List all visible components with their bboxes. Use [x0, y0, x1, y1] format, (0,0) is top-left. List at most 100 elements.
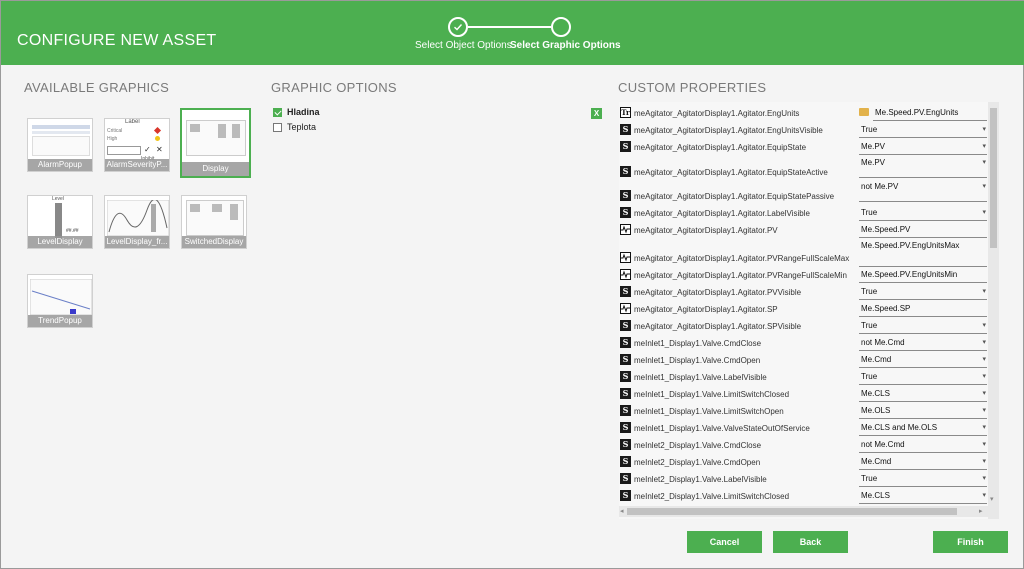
page-title: CONFIGURE NEW ASSET [17, 32, 217, 49]
property-row: meAgitator_AgitatorDisplay1.Agitator.PVR… [619, 267, 989, 284]
property-name: meAgitator_AgitatorDisplay1.Agitator.PVR… [634, 254, 850, 263]
thumb-preview-block [232, 124, 240, 138]
script-type-icon: S [620, 388, 631, 399]
scroll-right-icon[interactable]: ▸ [979, 507, 983, 515]
step-2-label: Select Graphic Options [510, 40, 621, 51]
option-label: Hladina [287, 107, 320, 117]
scrollbar-thumb[interactable] [627, 508, 957, 515]
thumb-preview-block [218, 124, 226, 138]
high-severity-icon [155, 136, 160, 141]
close-icon: ✕ [156, 145, 163, 154]
graphic-thumb-leveldisplay-fr[interactable]: LevelDisplay_fr... [104, 195, 170, 249]
thumb-preview-area [32, 136, 90, 156]
script-type-icon: S [620, 337, 631, 348]
property-value-dropdown[interactable]: Me.Cmd [859, 354, 987, 368]
script-type-icon: S [620, 166, 631, 177]
script-type-icon: S [620, 456, 631, 467]
property-row: S meInlet1_Display1.Valve.LimitSwitchOpe… [619, 403, 989, 420]
property-row: S meAgitator_AgitatorDisplay1.Agitator.E… [619, 180, 989, 204]
graphic-thumb-label: LevelDisplay_fr... [105, 236, 169, 248]
property-value-field[interactable]: Me.Speed.PV.EngUnitsMax [859, 241, 987, 267]
step-1-label[interactable]: Select Object Options [415, 40, 512, 51]
property-name: meInlet2_Display1.Valve.LabelVisible [634, 475, 767, 484]
graphic-thumb-label: Display [182, 162, 249, 176]
property-value-field[interactable]: Me.Speed.PV.EngUnits [873, 107, 987, 121]
property-value-dropdown[interactable]: not Me.Cmd [859, 337, 987, 351]
property-row: S meInlet1_Display1.Valve.ValveStateOutO… [619, 420, 989, 437]
graphic-thumb-display[interactable]: Display [180, 108, 251, 178]
finish-button[interactable]: Finish [933, 531, 1008, 553]
property-name: meAgitator_AgitatorDisplay1.Agitator.Equ… [634, 168, 828, 177]
excel-export-icon[interactable]: X [591, 108, 602, 119]
property-value-dropdown[interactable]: True [859, 286, 987, 300]
script-type-icon: S [620, 286, 631, 297]
graphic-thumb-switcheddisplay[interactable]: SwitchedDisplay [181, 195, 247, 249]
property-value-field[interactable]: Me.Speed.SP [859, 303, 987, 317]
property-value-dropdown[interactable]: Me.OLS [859, 405, 987, 419]
graphic-thumb-label: AlarmPopup [28, 159, 92, 171]
graphic-thumb-trendpopup[interactable]: TrendPopup [27, 274, 93, 328]
property-value-dropdown[interactable]: Me.CLS [859, 490, 987, 504]
custom-properties-title: CUSTOM PROPERTIES [618, 80, 767, 95]
graphic-thumb-label: LevelDisplay [28, 236, 92, 248]
back-button[interactable]: Back [773, 531, 848, 553]
script-type-icon: S [620, 439, 631, 450]
trend-preview-icon [107, 200, 169, 236]
property-value-dropdown[interactable]: Me.Cmd [859, 456, 987, 470]
property-row: S meAgitator_AgitatorDisplay1.Agitator.S… [619, 318, 989, 335]
option-teplota[interactable]: Teplota [273, 122, 316, 132]
script-type-icon: S [620, 207, 631, 218]
scrollbar-thumb[interactable] [990, 108, 997, 248]
option-label: Teplota [287, 122, 317, 132]
property-value-dropdown[interactable]: Me.CLS and Me.OLS [859, 422, 987, 436]
property-name: meInlet1_Display1.Valve.LabelVisible [634, 373, 767, 382]
script-type-icon: S [620, 405, 631, 416]
property-value-dropdown[interactable]: True [859, 320, 987, 334]
property-name: meAgitator_AgitatorDisplay1.Agitator.Lab… [634, 209, 810, 218]
waveform-type-icon [620, 224, 631, 235]
wizard-stepper: Select Object Options Select Graphic Opt… [411, 17, 621, 57]
property-row: S meInlet1_Display1.Valve.CmdOpen Me.Cmd [619, 352, 989, 369]
property-name: meInlet2_Display1.Valve.CmdClose [634, 441, 762, 450]
property-value-dropdown[interactable]: Me.CLS [859, 388, 987, 402]
property-value-dropdown[interactable]: not Me.Cmd [859, 439, 987, 453]
properties-vertical-scrollbar[interactable]: ▾ [988, 102, 999, 519]
property-value-dropdown[interactable]: True [859, 207, 987, 221]
check-icon: ✓ [144, 145, 151, 154]
script-type-icon: S [620, 190, 631, 201]
graphic-thumb-alarmseverity[interactable]: Label Critical High ✓ ✕ Inhibit AlarmSev… [104, 118, 170, 172]
property-value-dropdown[interactable]: not Me.PV [859, 182, 987, 202]
step-connector [468, 26, 551, 28]
step-1-complete-icon [448, 17, 468, 37]
checkbox-unchecked-icon[interactable] [273, 122, 282, 132]
scroll-left-icon[interactable]: ◂ [620, 507, 624, 515]
script-type-icon: S [620, 473, 631, 484]
checkbox-checked-icon[interactable] [273, 107, 282, 117]
cancel-button[interactable]: Cancel [687, 531, 762, 553]
graphic-thumb-label: SwitchedDisplay [182, 236, 246, 248]
property-value-dropdown[interactable]: True [859, 371, 987, 385]
property-row: S meAgitator_AgitatorDisplay1.Agitator.E… [619, 139, 989, 156]
scroll-down-icon[interactable]: ▾ [990, 495, 994, 503]
thumb-preview-block [230, 204, 238, 220]
property-value-field[interactable]: Me.Speed.PV [859, 224, 987, 238]
thumb-preview-text: Critical [107, 128, 123, 134]
property-value-field[interactable]: Me.Speed.PV.EngUnitsMin [859, 269, 987, 283]
available-graphics-title: AVAILABLE GRAPHICS [24, 80, 170, 95]
waveform-type-icon [620, 252, 631, 263]
graphic-thumb-label: TrendPopup [28, 315, 92, 327]
script-type-icon: S [620, 320, 631, 331]
property-value-dropdown[interactable]: Me.PV [859, 158, 987, 178]
graphic-thumb-alarmpopup[interactable]: AlarmPopup [27, 118, 93, 172]
property-name: meInlet2_Display1.Valve.CmdOpen [634, 458, 761, 467]
property-row: Tr meAgitator_AgitatorDisplay1.Agitator.… [619, 105, 989, 122]
option-hladina[interactable]: Hladina [273, 107, 320, 117]
graphic-thumb-leveldisplay[interactable]: Level ##.## LevelDisplay [27, 195, 93, 249]
property-value-dropdown[interactable]: True [859, 473, 987, 487]
level-bar-preview [55, 203, 62, 239]
property-row: S meInlet2_Display1.Valve.LabelVisible T… [619, 471, 989, 488]
critical-severity-icon [153, 126, 162, 135]
property-value-dropdown[interactable]: Me.PV [859, 141, 987, 155]
properties-horizontal-scrollbar[interactable]: ◂ ▸ [619, 506, 988, 517]
property-value-dropdown[interactable]: True [859, 124, 987, 138]
